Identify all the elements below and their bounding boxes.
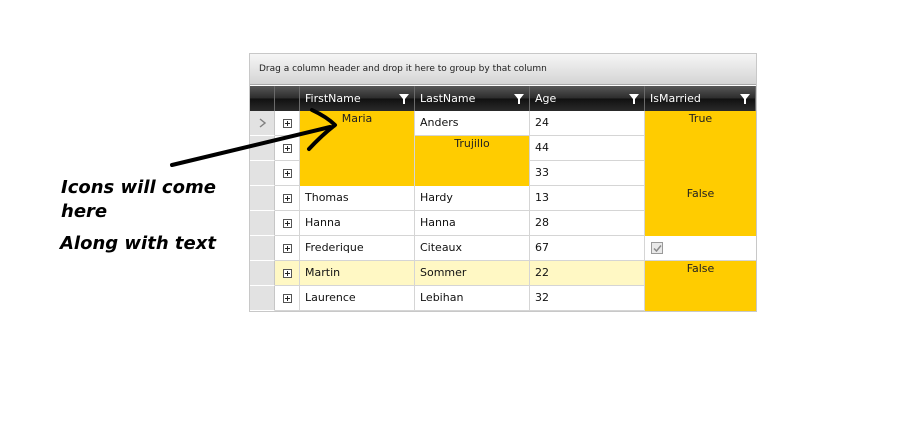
annotation-arrow-icon xyxy=(170,108,337,167)
annotation-text-line3: Along with text xyxy=(60,233,216,254)
annotation-text-line1: Icons will come xyxy=(61,177,216,198)
annotation-text-line2: here xyxy=(61,201,108,222)
